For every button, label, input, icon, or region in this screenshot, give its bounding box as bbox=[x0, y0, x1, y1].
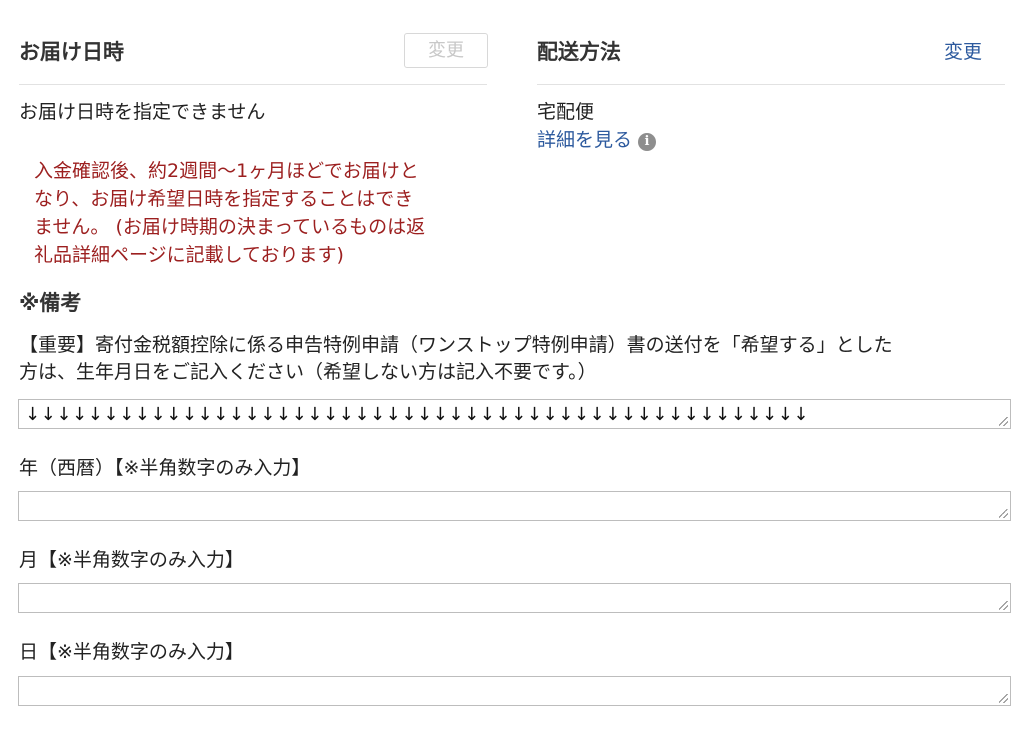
shipping-details-link[interactable]: 詳細を見る bbox=[537, 129, 632, 151]
remarks-title: ※備考 bbox=[19, 291, 82, 315]
info-icon[interactable]: i bbox=[638, 132, 657, 151]
delivery-datetime-title: お届け日時 bbox=[19, 40, 124, 64]
resize-handle-icon[interactable] bbox=[999, 601, 1008, 610]
remarks-description-line: 【重要】寄付金税額控除に係る申告特例申請（ワンストップ特例申請）書の送付を「希望… bbox=[19, 334, 893, 356]
shipping-method-title: 配送方法 bbox=[537, 40, 621, 64]
remarks-description: 【重要】寄付金税額控除に係る申告特例申請（ワンストップ特例申請）書の送付を「希望… bbox=[19, 332, 1019, 386]
delivery-datetime-note: お届け日時を指定できません bbox=[19, 101, 266, 123]
delivery-datetime-divider bbox=[19, 84, 487, 85]
delivery-datetime-change-button[interactable]: 変更 bbox=[404, 33, 488, 68]
month-textarea[interactable] bbox=[18, 583, 1011, 613]
month-label: 月【※半角数字のみ入力】 bbox=[19, 549, 244, 571]
year-textarea[interactable] bbox=[18, 491, 1011, 521]
delivery-warning: 入金確認後、約2週間〜1ヶ月ほどでお届けと なり、お届け希望日時を指定することは… bbox=[34, 157, 484, 269]
day-label: 日【※半角数字のみ入力】 bbox=[19, 641, 244, 663]
delivery-warning-line: 礼品詳細ページに記載しております) bbox=[34, 244, 344, 266]
shipping-method-value: 宅配便 bbox=[537, 101, 595, 123]
shipping-details: 詳細を見る i bbox=[537, 125, 657, 152]
delivery-warning-line: ません。 (お届け時期の決まっているものは返 bbox=[34, 216, 426, 238]
delivery-warning-line: 入金確認後、約2週間〜1ヶ月ほどでお届けと bbox=[34, 160, 419, 182]
year-label: 年（西暦）【※半角数字のみ入力】 bbox=[19, 457, 311, 479]
delivery-warning-line: なり、お届け希望日時を指定することはでき bbox=[34, 188, 414, 210]
resize-handle-icon[interactable] bbox=[999, 509, 1008, 518]
resize-handle-icon[interactable] bbox=[999, 694, 1008, 703]
day-value bbox=[25, 677, 996, 705]
month-value bbox=[25, 584, 996, 612]
remarks-description-line: 方は、生年月日をご記入ください（希望しない方は記入不要です。） bbox=[19, 361, 597, 383]
day-textarea[interactable] bbox=[18, 676, 1011, 706]
remarks-arrow-text: ↓↓↓↓↓↓↓↓↓↓↓↓↓↓↓↓↓↓↓↓↓↓↓↓↓↓↓↓↓↓↓↓↓↓↓↓↓↓↓↓… bbox=[25, 404, 810, 425]
shipping-method-divider bbox=[537, 84, 1005, 85]
resize-handle-icon[interactable] bbox=[999, 417, 1008, 426]
shipping-method-change-link[interactable]: 変更 bbox=[944, 37, 982, 64]
remarks-arrow-textarea[interactable]: ↓↓↓↓↓↓↓↓↓↓↓↓↓↓↓↓↓↓↓↓↓↓↓↓↓↓↓↓↓↓↓↓↓↓↓↓↓↓↓↓… bbox=[18, 399, 1011, 429]
year-value bbox=[25, 492, 996, 520]
